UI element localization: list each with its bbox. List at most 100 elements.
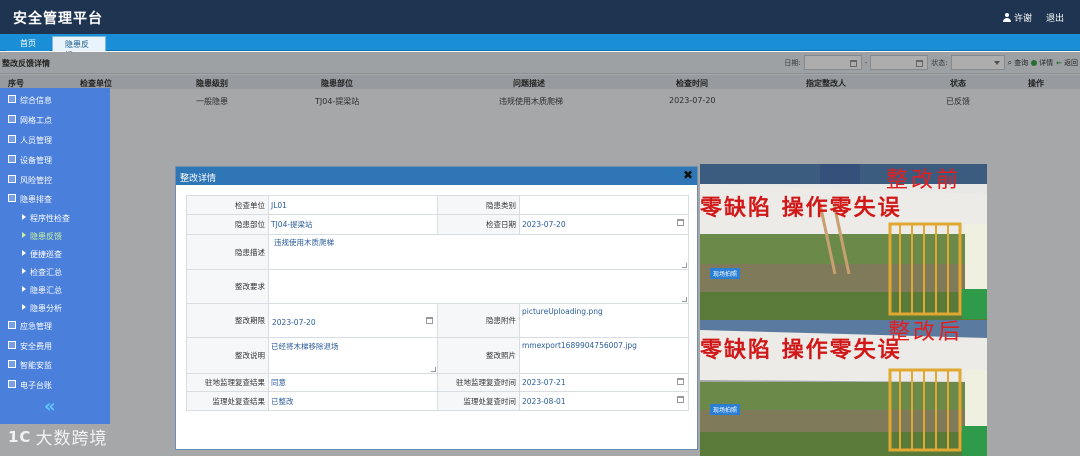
deadline-value: 2023-07-20 (272, 318, 316, 327)
attachment-label: 隐患附件 (437, 303, 520, 338)
modal-title: 整改详情 (180, 174, 217, 184)
sidebar-item-label: 综合信息 (20, 96, 52, 105)
requirement-field[interactable] (268, 269, 689, 304)
sidebar-item-risk-control[interactable]: 风险管控 (0, 171, 110, 189)
tab-hazard-feedback[interactable]: 隐患反馈 (52, 36, 106, 60)
hazard-location-value: TJ04-提梁站 (271, 220, 313, 229)
caret-right-icon (22, 286, 26, 292)
double-chevron-left-icon[interactable]: « (44, 396, 56, 417)
resize-handle-icon[interactable] (682, 297, 687, 302)
sidebar: 综合信息 网格工点 人员管理 设备管理 风险管控 隐患排查 程序性检查 隐患反馈… (0, 88, 110, 424)
sidebar-item-overview[interactable]: 综合信息 (0, 91, 110, 109)
sidebar-sub-hazard-summary[interactable]: 隐患汇总 (0, 282, 110, 299)
menu-icon (8, 341, 16, 349)
calendar-icon[interactable] (426, 317, 433, 324)
resize-handle-icon[interactable] (431, 367, 436, 372)
rectification-detail-modal: 整改详情 ✖ 检查单位 JL01 隐患类别 隐患部位 TJ04-提梁站 检查日期… (175, 166, 698, 450)
menu-icon (8, 380, 16, 388)
attachment-link[interactable]: pictureUploading.png (522, 307, 603, 316)
watermark: 1C 大数跨境 (8, 424, 107, 450)
office-review-result-label: 监理处复查结果 (186, 391, 269, 411)
user-area: 许谢 退出 (1002, 11, 1064, 24)
sidebar-item-hazard-check[interactable]: 隐患排查 (0, 190, 110, 208)
site-review-result-label: 驻地监理复查结果 (186, 373, 269, 392)
close-icon[interactable]: ✖ (683, 168, 693, 182)
after-photo-tag: 现场拍照 (710, 404, 741, 415)
hazard-type-label: 隐患类别 (437, 195, 520, 215)
sidebar-sub-hazard-feedback[interactable]: 隐患反馈 (0, 228, 110, 245)
site-review-time-label: 驻地监理复查时间 (437, 373, 520, 392)
before-banner-text: 零缺陷 操作零失误 (700, 196, 902, 221)
calendar-icon[interactable] (677, 378, 684, 385)
office-review-time-field[interactable]: 2023-08-01 (519, 391, 689, 411)
sidebar-item-grid-sites[interactable]: 网格工点 (0, 111, 110, 129)
check-date-field[interactable]: 2023-07-20 (519, 214, 689, 235)
sidebar-sub-label: 隐患分析 (30, 304, 62, 313)
explain-field[interactable]: 已经将木梯移除退场 (268, 337, 438, 374)
sidebar-item-safety-cost[interactable]: 安全费用 (0, 337, 110, 355)
menu-icon (8, 321, 16, 329)
sidebar-item-label: 风险管控 (20, 176, 52, 185)
calendar-icon[interactable] (677, 396, 684, 403)
office-review-time-value: 2023-08-01 (522, 396, 566, 406)
explain-label: 整改说明 (186, 337, 269, 374)
sidebar-item-label: 网格工点 (20, 116, 52, 125)
before-photo[interactable]: 整改前 零缺陷 操作零失误 现场拍照 (700, 164, 987, 320)
app-title: 安全管理平台 (13, 11, 103, 27)
hazard-desc-field[interactable]: 违规使用木质爬梯 (268, 234, 689, 270)
sidebar-item-e-ledger[interactable]: 电子台账 (0, 376, 110, 394)
site-review-result-value: 同意 (271, 378, 286, 387)
sidebar-sub-label: 检查汇总 (30, 268, 62, 277)
sidebar-sub-quick-patrol[interactable]: 便捷巡查 (0, 246, 110, 263)
caret-right-icon (22, 250, 26, 256)
after-banner-text: 零缺陷 操作零失误 (700, 338, 902, 363)
sidebar-sub-hazard-analysis[interactable]: 隐患分析 (0, 300, 110, 317)
sidebar-item-personnel[interactable]: 人员管理 (0, 131, 110, 149)
caret-right-icon (22, 268, 26, 274)
hazard-location-label: 隐患部位 (186, 214, 269, 235)
sidebar-item-emergency[interactable]: 应急管理 (0, 317, 110, 335)
sidebar-item-equipment[interactable]: 设备管理 (0, 151, 110, 169)
site-review-time-field[interactable]: 2023-07-21 (519, 373, 689, 392)
photo-field[interactable]: mmexport1689904756007.jpg (519, 337, 689, 374)
sidebar-item-label: 隐患排查 (20, 195, 52, 204)
check-date-value: 2023-07-20 (522, 220, 566, 229)
user-icon (1002, 13, 1011, 22)
hazard-desc-value: 违规使用木质爬梯 (274, 238, 334, 247)
check-date-label: 检查日期 (437, 214, 520, 235)
sidebar-item-smart-monitor[interactable]: 智能安监 (0, 356, 110, 374)
sidebar-item-label: 智能安监 (20, 361, 52, 370)
user-menu[interactable]: 许谢 (1002, 11, 1032, 24)
caret-right-icon (22, 214, 26, 220)
caret-right-icon (22, 232, 26, 238)
office-review-result-value: 已整改 (271, 396, 294, 406)
sidebar-sub-check-summary[interactable]: 检查汇总 (0, 264, 110, 281)
tab-bar: 首页 隐患反馈 (0, 34, 1080, 60)
watermark-logo: 1C (8, 427, 32, 446)
check-unit-value: JL01 (271, 200, 287, 210)
deadline-field[interactable]: 2023-07-20 (268, 303, 438, 338)
menu-icon (8, 360, 16, 368)
menu-icon (8, 95, 16, 103)
resize-handle-icon[interactable] (682, 263, 687, 268)
check-unit-label: 检查单位 (186, 195, 269, 215)
sidebar-sub-procedural-check[interactable]: 程序性检查 (0, 210, 110, 227)
menu-icon (8, 175, 16, 183)
tab-home[interactable]: 首页 (6, 36, 50, 51)
sidebar-sub-label: 隐患反馈 (30, 232, 62, 241)
hazard-desc-label: 隐患描述 (186, 234, 269, 270)
photo-link[interactable]: mmexport1689904756007.jpg (522, 341, 637, 350)
menu-icon (8, 115, 16, 123)
requirement-label: 整改要求 (186, 269, 269, 304)
top-bar: 安全管理平台 许谢 退出 (0, 0, 1080, 34)
caret-right-icon (22, 304, 26, 310)
after-photo[interactable]: 整改后 零缺陷 操作零失误 现场拍照 (700, 320, 987, 456)
attachment-field[interactable]: pictureUploading.png (519, 303, 689, 338)
sidebar-sub-label: 便捷巡查 (30, 250, 62, 259)
sidebar-item-label: 设备管理 (20, 156, 52, 165)
detail-form: 检查单位 JL01 隐患类别 隐患部位 TJ04-提梁站 检查日期 2023-0… (186, 195, 689, 411)
calendar-icon[interactable] (677, 219, 684, 226)
sidebar-sub-label: 程序性检查 (30, 214, 70, 223)
office-review-time-label: 监理处复查时间 (437, 391, 520, 411)
logout-button[interactable]: 退出 (1046, 11, 1064, 24)
